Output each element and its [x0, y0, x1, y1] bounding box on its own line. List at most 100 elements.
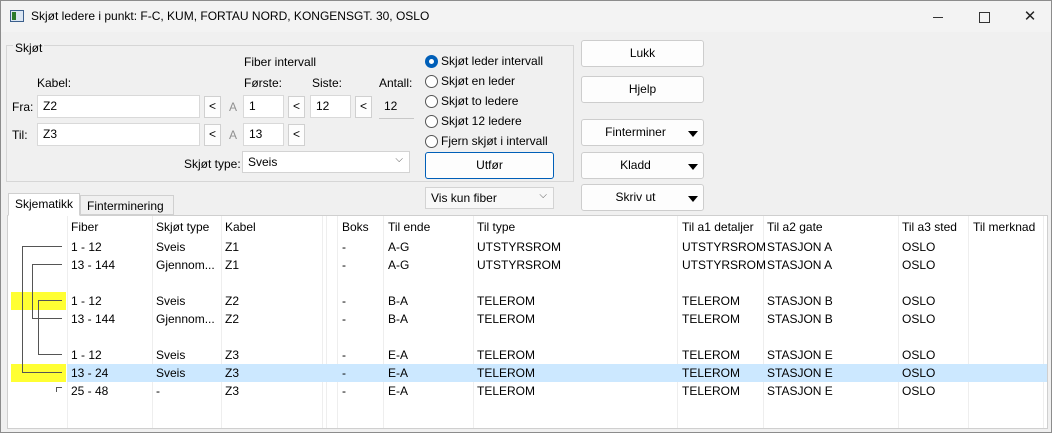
skjot-type-select[interactable]: Sveis ⌵ — [242, 151, 410, 173]
cell-til-ende: E-A — [388, 384, 409, 398]
table-row[interactable]: 25 - 48 - Z3 - E-A TELEROM TELEROM STASJON E OSL… — [8, 382, 1047, 400]
cell-til-type: TELEROM — [477, 384, 536, 398]
utfor-button[interactable]: Utfør — [425, 152, 554, 179]
cell-kabel: Z1 — [225, 258, 240, 272]
table-row[interactable]: 13 - 144 Gjennom... Z2 - B-A TELEROM TELEROM ST… — [8, 310, 1047, 328]
table-row[interactable]: 13 - 24 Sveis Z3 - E-A TELEROM TELEROM STASJON … — [67, 364, 1047, 382]
connector-line — [32, 318, 62, 319]
cell-skjot-type: Sveis — [156, 240, 186, 254]
vis-fiber-value: Vis kun fiber — [431, 191, 497, 205]
cell-skjot-type: Sveis — [156, 348, 186, 362]
cell-kabel: Z2 — [225, 294, 240, 308]
cell-kabel: Z3 — [225, 366, 240, 380]
connector-line — [22, 246, 62, 247]
minimize-button[interactable] — [915, 1, 961, 32]
fra-cable-field[interactable]: Z2 — [37, 95, 200, 118]
cell-skjot-type: Gjennom... — [156, 312, 215, 326]
til-pick-button[interactable]: < — [204, 124, 221, 146]
hjelp-label: Hjelp — [628, 82, 657, 96]
finterminer-button[interactable]: Finterminer — [581, 119, 704, 146]
cell-til-type: TELEROM — [477, 294, 536, 308]
cell-til-a2: STASJON B — [767, 312, 833, 326]
col-skjot-type[interactable]: Skjøt type — [156, 220, 209, 234]
connector-line — [32, 264, 62, 265]
cell-kabel: Z3 — [225, 384, 240, 398]
cell-fiber: 1 - 12 — [71, 348, 102, 362]
col-til-merknad[interactable]: Til merknad — [973, 220, 1035, 234]
radio-remove[interactable]: Fjern skjøt i intervall — [425, 134, 575, 150]
cell-skjot-type: - — [156, 384, 160, 398]
fra-siste-field[interactable]: 12 — [310, 95, 351, 118]
cell-fiber: 1 - 12 — [71, 240, 102, 254]
cell-boks: - — [342, 240, 346, 254]
fra-siste-pick-button[interactable]: < — [355, 96, 372, 118]
cell-boks: - — [342, 294, 346, 308]
kabel-label: Kabel: — [37, 76, 72, 90]
skriv-ut-button[interactable]: Skriv ut — [581, 184, 704, 211]
maximize-button[interactable] — [961, 1, 1007, 32]
cell-boks: - — [342, 348, 346, 362]
connector-line — [38, 354, 62, 355]
cell-til-a1: TELEROM — [682, 366, 741, 380]
lukk-button[interactable]: Lukk — [581, 40, 704, 67]
cell-til-a1: UTSTYRSROM — [682, 258, 766, 272]
fra-forste-pick-button[interactable]: < — [288, 96, 305, 118]
hjelp-button[interactable]: Hjelp — [581, 76, 704, 103]
table-row[interactable]: 1 - 12 Sveis Z3 - E-A TELEROM TELEROM STASJON E… — [8, 346, 1047, 364]
til-forste-pick-button[interactable]: < — [288, 124, 305, 146]
col-til-a1[interactable]: Til a1 detaljer — [682, 220, 754, 234]
col-til-a2[interactable]: Til a2 gate — [767, 220, 823, 234]
antall-value: 12 — [384, 99, 398, 113]
cell-til-a2: STASJON A — [767, 258, 833, 272]
close-button[interactable]: ✕ — [1007, 1, 1052, 32]
radio-icon — [425, 55, 438, 68]
cell-til-a3: OSLO — [902, 240, 936, 254]
col-boks[interactable]: Boks — [342, 220, 369, 234]
cell-til-type: TELEROM — [477, 366, 536, 380]
kladd-label: Kladd — [620, 158, 651, 172]
col-kabel[interactable]: Kabel — [225, 220, 256, 234]
forste-label: Første: — [244, 76, 282, 90]
cell-skjot-type: Gjennom... — [156, 258, 215, 272]
tab-finterminering[interactable]: Finterminering — [80, 195, 174, 215]
til-cable-field[interactable]: Z3 — [37, 123, 200, 146]
cell-fiber: 13 - 144 — [71, 312, 116, 326]
tab-skjematikk[interactable]: Skjematikk — [8, 193, 80, 216]
radio-interval[interactable]: Skjøt leder intervall — [425, 54, 575, 70]
cell-til-a3: OSLO — [902, 312, 936, 326]
cell-til-a2: STASJON B — [767, 294, 833, 308]
til-forste-field[interactable]: 13 — [243, 123, 284, 146]
cell-til-type: TELEROM — [477, 348, 536, 362]
cell-kabel: Z2 — [225, 312, 240, 326]
col-fiber[interactable]: Fiber — [71, 220, 98, 234]
col-til-a3[interactable]: Til a3 sted — [902, 220, 957, 234]
cell-fiber: 13 - 24 — [71, 366, 109, 380]
col-til-type[interactable]: Til type — [477, 220, 515, 234]
vis-fiber-select[interactable]: Vis kun fiber ⌵ — [425, 187, 554, 209]
table-row[interactable]: 1 - 12 Sveis Z2 - B-A TELEROM TELEROM STASJON B… — [8, 292, 1047, 310]
cell-boks: - — [342, 384, 346, 398]
radio-one[interactable]: Skjøt en leder — [425, 74, 575, 90]
fra-forste-field[interactable]: 1 — [243, 95, 284, 118]
cell-til-ende: E-A — [388, 348, 409, 362]
schematic-grid[interactable]: Fiber Skjøt type Kabel Boks Til ende Til… — [7, 215, 1048, 429]
radio-label: Skjøt leder intervall — [441, 54, 544, 68]
cell-til-a1: TELEROM — [682, 294, 741, 308]
col-til-ende[interactable]: Til ende — [388, 220, 430, 234]
dropdown-caret-icon — [688, 196, 698, 202]
cell-til-a1: TELEROM — [682, 348, 741, 362]
connector-line — [22, 372, 62, 373]
cell-til-ende: A-G — [388, 258, 410, 272]
kladd-button[interactable]: Kladd — [581, 152, 704, 179]
skjot-type-label: Skjøt type: — [184, 157, 241, 171]
table-row[interactable]: 1 - 12 Sveis Z1- A-G UTSTYRSROM UTSTYRSROM STA… — [8, 238, 1047, 256]
lukk-label: Lukk — [629, 46, 656, 60]
radio-twelve[interactable]: Skjøt 12 ledere — [425, 114, 575, 130]
siste-label: Siste: — [312, 76, 343, 90]
radio-two[interactable]: Skjøt to ledere — [425, 94, 575, 110]
radio-icon — [425, 135, 438, 148]
table-row[interactable]: 13 - 144 Gjennom... Z1 - A-G UTSTYRSROM UTSTYR… — [8, 256, 1047, 274]
cell-til-ende: E-A — [388, 366, 409, 380]
cell-til-ende: B-A — [388, 312, 409, 326]
fra-pick-button[interactable]: < — [204, 96, 221, 118]
